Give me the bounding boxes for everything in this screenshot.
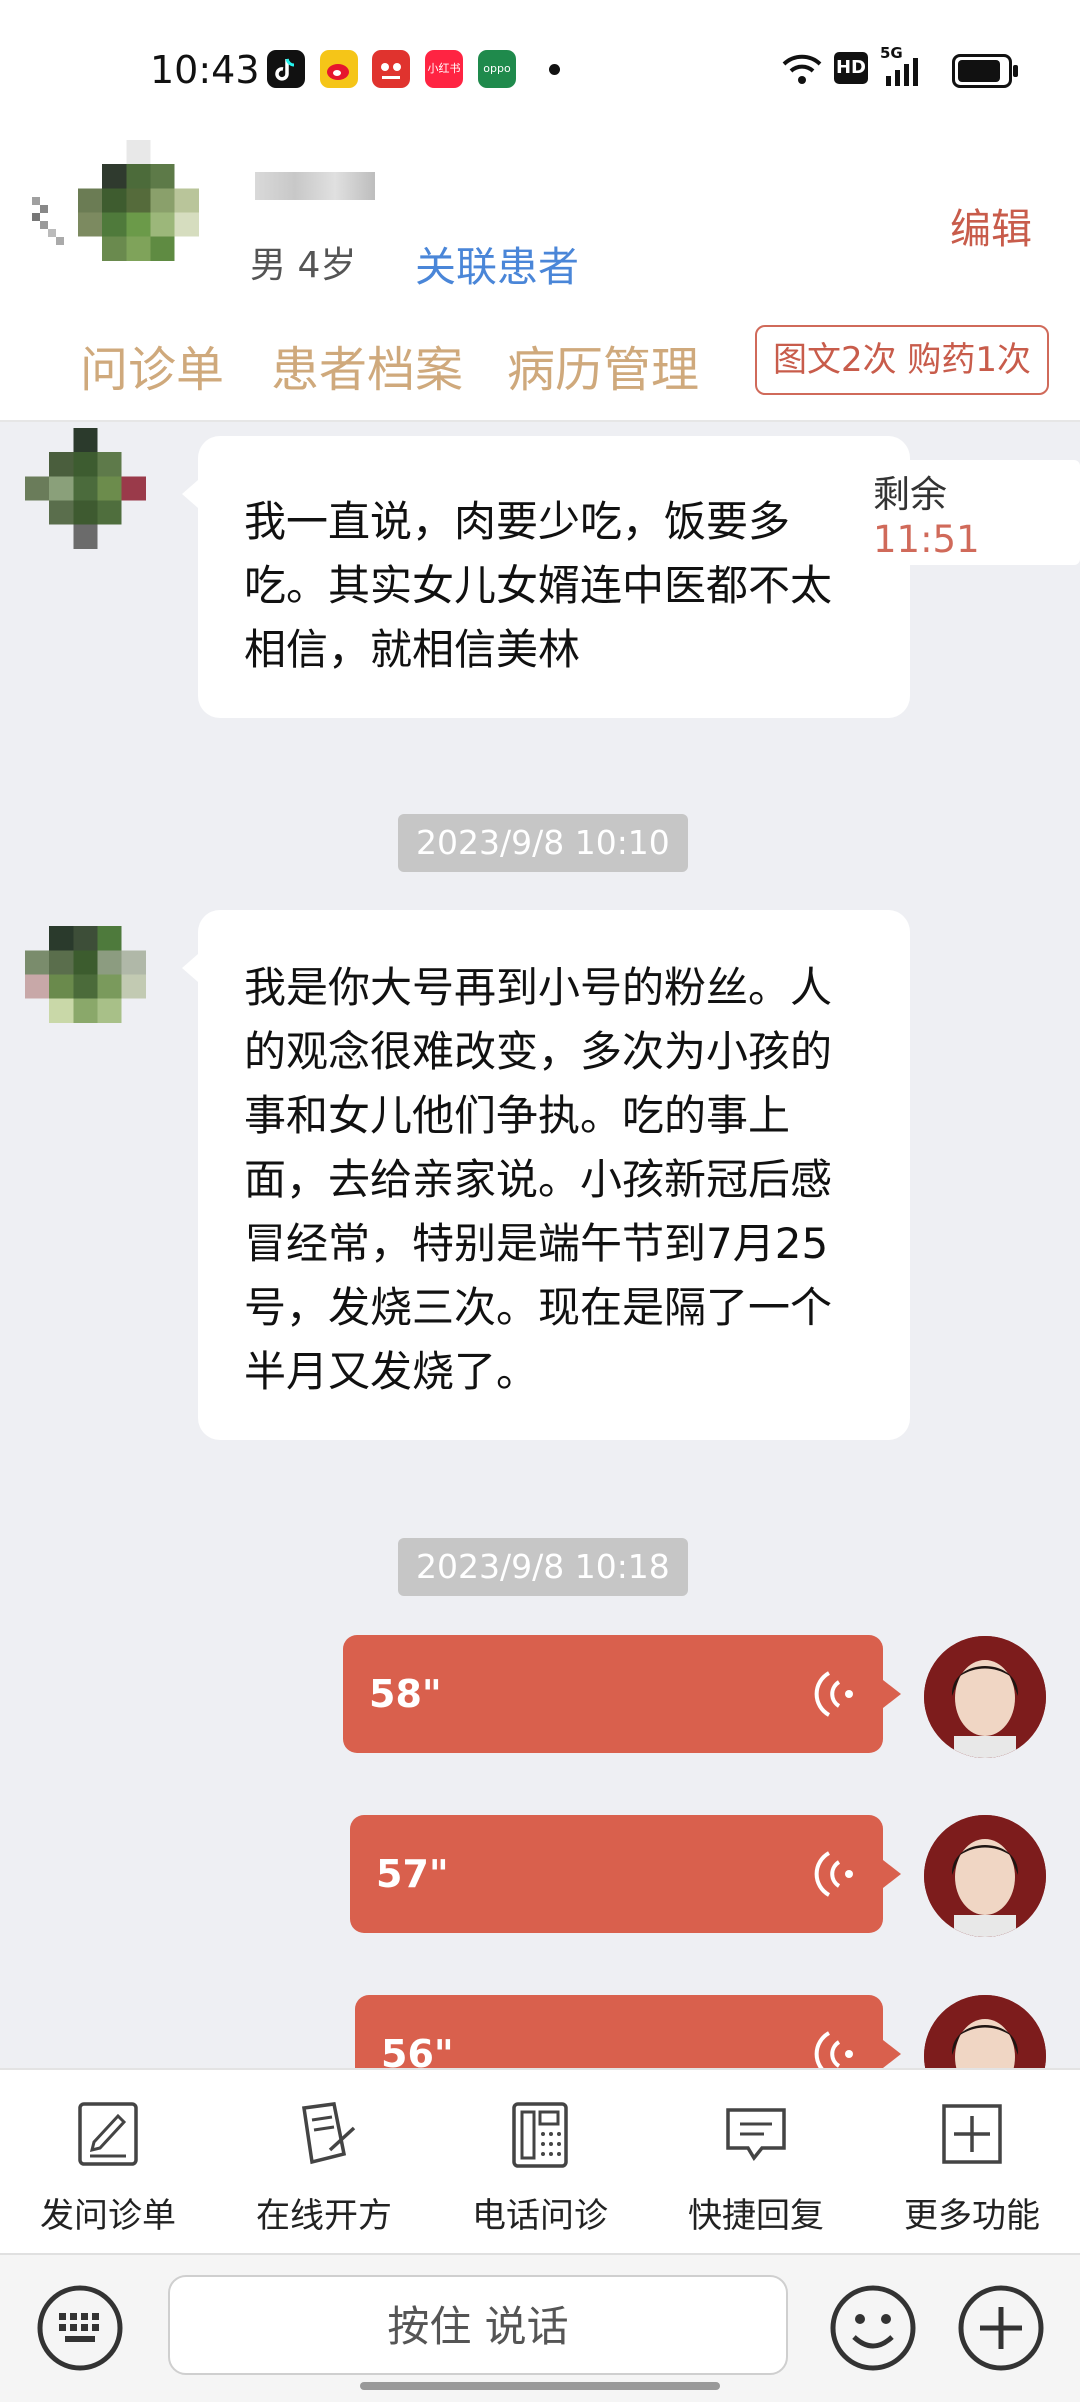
phone-icon	[512, 2102, 568, 2168]
toolbar-label: 快捷回复	[688, 2196, 824, 2236]
voice-message-2[interactable]: 57"	[350, 1815, 901, 1933]
sender-avatar[interactable]	[25, 428, 170, 573]
doctor-avatar[interactable]	[924, 1636, 1046, 1758]
tiktok-icon	[267, 50, 305, 88]
tab-medical-records[interactable]: 病历管理	[507, 330, 699, 400]
usage-badge[interactable]: 图文2次 购药1次	[755, 325, 1049, 395]
voice-message-1[interactable]: 58"	[343, 1635, 901, 1753]
prescription-icon	[302, 2102, 356, 2165]
back-arrow-icon[interactable]	[30, 195, 66, 255]
remaining-time-badge: 剩余11:51	[845, 460, 1080, 565]
tab-consultation-form[interactable]: 问诊单	[80, 330, 224, 400]
online-prescription-button[interactable]: 在线开方	[234, 2098, 414, 2237]
xiaohongshu-icon: 小红书	[425, 50, 463, 88]
battery-icon	[952, 54, 1018, 88]
weibo-icon	[320, 50, 358, 88]
phone-consultation-button[interactable]: 电话问诊	[450, 2098, 630, 2237]
link-patient-button[interactable]: 关联患者	[415, 233, 579, 293]
patient-name-redacted	[255, 172, 375, 200]
voice-duration: 58"	[369, 1672, 442, 1716]
doctor-avatar[interactable]	[924, 1815, 1046, 1937]
tab-patient-profile[interactable]: 患者档案	[271, 330, 463, 400]
wifi-icon	[782, 54, 822, 84]
status-time: 10:43	[150, 48, 260, 92]
voice-duration: 57"	[376, 1852, 449, 1896]
5g-signal-icon: 5G	[880, 44, 926, 88]
notification-dot	[549, 64, 560, 75]
message-bubble-2[interactable]: 我是你大号再到小号的粉丝。人的观念很难改变，多次为小孩的事和女儿他们争执。吃的事…	[182, 910, 910, 1440]
voice-wave-icon	[814, 1671, 853, 1717]
home-indicator[interactable]	[360, 2382, 720, 2390]
remaining-time-value: 11:51	[873, 518, 980, 561]
toolbar-label: 发问诊单	[40, 2196, 176, 2236]
add-icon[interactable]	[956, 2283, 1046, 2373]
toolbar-label: 更多功能	[904, 2196, 1040, 2236]
sender-avatar[interactable]	[25, 902, 170, 1047]
form-edit-icon	[78, 2102, 138, 2166]
patient-avatar	[78, 140, 199, 261]
network-label: 5G	[880, 44, 903, 62]
voice-wave-icon	[814, 1851, 853, 1897]
more-functions-button[interactable]: 更多功能	[882, 2098, 1062, 2237]
edit-button[interactable]: 编辑	[950, 195, 1032, 255]
send-consultation-form-button[interactable]: 发问诊单	[18, 2098, 198, 2237]
toolbar-label: 电话问诊	[472, 2196, 608, 2236]
hd-icon: HD	[834, 52, 868, 84]
timestamp-1: 2023/9/8 10:10	[398, 814, 688, 872]
emoji-icon[interactable]	[828, 2283, 918, 2373]
remaining-label: 剩余	[873, 473, 947, 516]
keyboard-icon[interactable]	[35, 2283, 125, 2373]
quick-reply-icon	[726, 2108, 786, 2162]
timestamp-2: 2023/9/8 10:18	[398, 1538, 688, 1596]
oppo-icon: oppo	[478, 50, 516, 88]
quick-reply-button[interactable]: 快捷回复	[666, 2098, 846, 2237]
plus-box-icon	[942, 2104, 1002, 2164]
toolbar-label: 在线开方	[256, 2196, 392, 2236]
tmall-icon	[372, 50, 410, 88]
patient-gender-age: 男 4岁	[250, 245, 357, 286]
hold-to-talk-button[interactable]: 按住 说话	[168, 2275, 788, 2375]
message-bubble-1[interactable]: 我一直说，肉要少吃，饭要多吃。其实女儿女婿连中医都不太相信，就相信美林	[182, 436, 910, 718]
